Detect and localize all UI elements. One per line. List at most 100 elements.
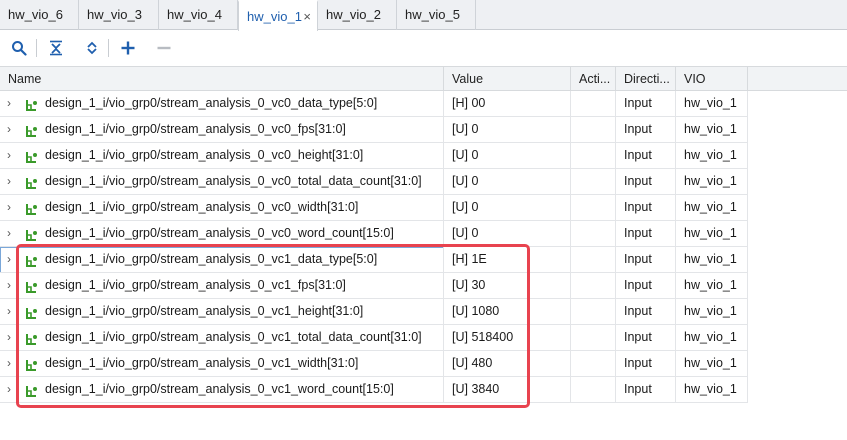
probe-signal-icon — [24, 149, 38, 163]
probe-name: design_1_i/vio_grp0/stream_analysis_0_vc… — [45, 252, 378, 266]
table-row[interactable]: › design_1_i/vio_grp0/stream_analysis_0_v… — [0, 195, 748, 221]
tab-hw-vio-5[interactable]: hw_vio_5 — [397, 0, 476, 30]
table-row[interactable]: › design_1_i/vio_grp0/stream_analysis_0_v… — [0, 117, 748, 143]
probe-name: design_1_i/vio_grp0/stream_analysis_0_vc… — [45, 356, 359, 370]
chevron-right-icon[interactable]: › — [7, 169, 17, 194]
chevron-right-icon[interactable]: › — [7, 377, 17, 402]
probe-vio: hw_vio_1 — [676, 273, 748, 298]
probe-vio: hw_vio_1 — [676, 143, 748, 168]
probe-name: design_1_i/vio_grp0/stream_analysis_0_vc… — [45, 278, 346, 292]
column-header-name[interactable]: Name — [0, 67, 444, 91]
probe-value[interactable]: [U] 0 — [444, 169, 571, 194]
probe-signal-icon — [24, 305, 38, 319]
probe-signal-icon — [24, 123, 38, 137]
probe-name-cell[interactable]: › design_1_i/vio_grp0/stream_analysis_0_v… — [0, 169, 444, 194]
tab-hw-vio-2[interactable]: hw_vio_2 — [318, 0, 397, 30]
chevron-right-icon[interactable]: › — [7, 91, 17, 116]
chevron-right-icon[interactable]: › — [7, 247, 17, 272]
probe-name-cell[interactable]: › design_1_i/vio_grp0/stream_analysis_0_v… — [0, 91, 444, 116]
column-header-activity[interactable]: Acti... — [571, 67, 616, 91]
table-header: Name Value Acti... Directi... VIO — [0, 66, 847, 91]
probe-value[interactable]: [H] 1E — [444, 247, 571, 272]
probe-direction: Input — [616, 169, 676, 194]
probe-activity — [571, 299, 616, 324]
probe-name-cell[interactable]: › design_1_i/vio_grp0/stream_analysis_0_v… — [0, 117, 444, 142]
collapse-all-icon[interactable] — [45, 37, 67, 59]
chevron-right-icon[interactable]: › — [7, 221, 17, 246]
tab-hw-vio-1[interactable]: hw_vio_1 × — [238, 0, 318, 31]
table-row[interactable]: › design_1_i/vio_grp0/stream_analysis_0_v… — [0, 247, 748, 273]
table-row[interactable]: › design_1_i/vio_grp0/stream_analysis_0_v… — [0, 299, 748, 325]
probe-name-cell[interactable]: › design_1_i/vio_grp0/stream_analysis_0_v… — [0, 247, 444, 272]
table-row[interactable]: › design_1_i/vio_grp0/stream_analysis_0_v… — [0, 221, 748, 247]
tab-hw-vio-4[interactable]: hw_vio_4 — [159, 0, 238, 30]
tab-hw-vio-6[interactable]: hw_vio_6 — [0, 0, 79, 30]
chevron-right-icon[interactable]: › — [7, 299, 17, 324]
column-header-value[interactable]: Value — [444, 67, 571, 91]
tab-label: hw_vio_3 — [87, 7, 142, 22]
probe-direction: Input — [616, 273, 676, 298]
probe-name-cell[interactable]: › design_1_i/vio_grp0/stream_analysis_0_v… — [0, 221, 444, 246]
probe-direction: Input — [616, 325, 676, 350]
tab-hw-vio-3[interactable]: hw_vio_3 — [79, 0, 159, 30]
probe-name-cell[interactable]: › design_1_i/vio_grp0/stream_analysis_0_v… — [0, 325, 444, 350]
toolbar — [0, 31, 847, 64]
probe-value[interactable]: [U] 480 — [444, 351, 571, 376]
table-row[interactable]: › design_1_i/vio_grp0/stream_analysis_0_v… — [0, 143, 748, 169]
column-header-vio[interactable]: VIO — [676, 67, 748, 91]
probe-name: design_1_i/vio_grp0/stream_analysis_0_vc… — [45, 122, 346, 136]
probe-name-cell[interactable]: › design_1_i/vio_grp0/stream_analysis_0_v… — [0, 377, 444, 402]
probe-vio: hw_vio_1 — [676, 247, 748, 272]
probe-activity — [571, 195, 616, 220]
table-row[interactable]: › design_1_i/vio_grp0/stream_analysis_0_v… — [0, 377, 748, 403]
probe-direction: Input — [616, 299, 676, 324]
probe-signal-icon — [24, 383, 38, 397]
table-row[interactable]: › design_1_i/vio_grp0/stream_analysis_0_v… — [0, 91, 748, 117]
probe-direction: Input — [616, 91, 676, 116]
probe-signal-icon — [24, 253, 38, 267]
probe-value[interactable]: [U] 0 — [444, 117, 571, 142]
chevron-right-icon[interactable]: › — [7, 195, 17, 220]
probe-direction: Input — [616, 117, 676, 142]
probe-name: design_1_i/vio_grp0/stream_analysis_0_vc… — [45, 96, 378, 110]
probe-value[interactable]: [H] 00 — [444, 91, 571, 116]
chevron-right-icon[interactable]: › — [7, 117, 17, 142]
probe-name: design_1_i/vio_grp0/stream_analysis_0_vc… — [45, 200, 359, 214]
probe-activity — [571, 325, 616, 350]
probe-value[interactable]: [U] 3840 — [444, 377, 571, 402]
probe-vio: hw_vio_1 — [676, 325, 748, 350]
probe-value[interactable]: [U] 30 — [444, 273, 571, 298]
chevron-right-icon[interactable]: › — [7, 351, 17, 376]
probe-vio: hw_vio_1 — [676, 169, 748, 194]
table-row[interactable]: › design_1_i/vio_grp0/stream_analysis_0_v… — [0, 351, 748, 377]
probe-name-cell[interactable]: › design_1_i/vio_grp0/stream_analysis_0_v… — [0, 143, 444, 168]
close-icon[interactable]: × — [303, 2, 311, 32]
chevron-right-icon[interactable]: › — [7, 325, 17, 350]
probe-name: design_1_i/vio_grp0/stream_analysis_0_vc… — [45, 304, 364, 318]
chevron-right-icon[interactable]: › — [7, 143, 17, 168]
add-icon[interactable] — [117, 37, 139, 59]
probe-name-cell[interactable]: › design_1_i/vio_grp0/stream_analysis_0_v… — [0, 351, 444, 376]
probe-name-cell[interactable]: › design_1_i/vio_grp0/stream_analysis_0_v… — [0, 195, 444, 220]
probe-name-cell[interactable]: › design_1_i/vio_grp0/stream_analysis_0_v… — [0, 299, 444, 324]
probe-name: design_1_i/vio_grp0/stream_analysis_0_vc… — [45, 226, 394, 240]
column-header-direction[interactable]: Directi... — [616, 67, 676, 91]
probe-vio: hw_vio_1 — [676, 117, 748, 142]
probe-value[interactable]: [U] 1080 — [444, 299, 571, 324]
remove-icon[interactable] — [153, 37, 175, 59]
table-row[interactable]: › design_1_i/vio_grp0/stream_analysis_0_v… — [0, 325, 748, 351]
probe-value[interactable]: [U] 0 — [444, 143, 571, 168]
probe-value[interactable]: [U] 0 — [444, 195, 571, 220]
table-row[interactable]: › design_1_i/vio_grp0/stream_analysis_0_v… — [0, 169, 748, 195]
search-icon[interactable] — [8, 37, 30, 59]
probe-signal-icon — [24, 279, 38, 293]
probe-vio: hw_vio_1 — [676, 221, 748, 246]
chevron-right-icon[interactable]: › — [7, 273, 17, 298]
probe-value[interactable]: [U] 518400 — [444, 325, 571, 350]
probe-signal-icon — [24, 331, 38, 345]
probe-value[interactable]: [U] 0 — [444, 221, 571, 246]
probe-name-cell[interactable]: › design_1_i/vio_grp0/stream_analysis_0_v… — [0, 273, 444, 298]
expand-all-icon[interactable] — [81, 37, 103, 59]
probe-activity — [571, 351, 616, 376]
table-row[interactable]: › design_1_i/vio_grp0/stream_analysis_0_v… — [0, 273, 748, 299]
